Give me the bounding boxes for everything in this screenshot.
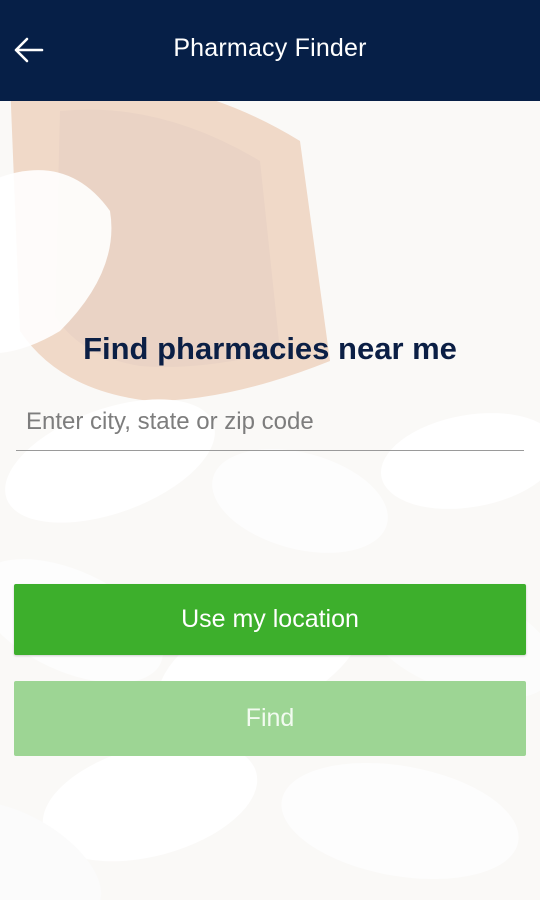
pharmacy-finder-screen: Pharmacy Finder Find pharmacies near me — [0, 0, 540, 900]
use-my-location-button[interactable]: Use my location — [14, 584, 526, 655]
page-title: Pharmacy Finder — [173, 34, 367, 62]
find-button[interactable]: Find — [14, 681, 526, 756]
app-bar: Pharmacy Finder — [0, 0, 540, 101]
main-content: Find pharmacies near me Use my location … — [0, 101, 540, 900]
finder-heading: Find pharmacies near me — [83, 331, 457, 366]
search-field — [16, 394, 524, 451]
location-search-input[interactable] — [16, 394, 524, 450]
